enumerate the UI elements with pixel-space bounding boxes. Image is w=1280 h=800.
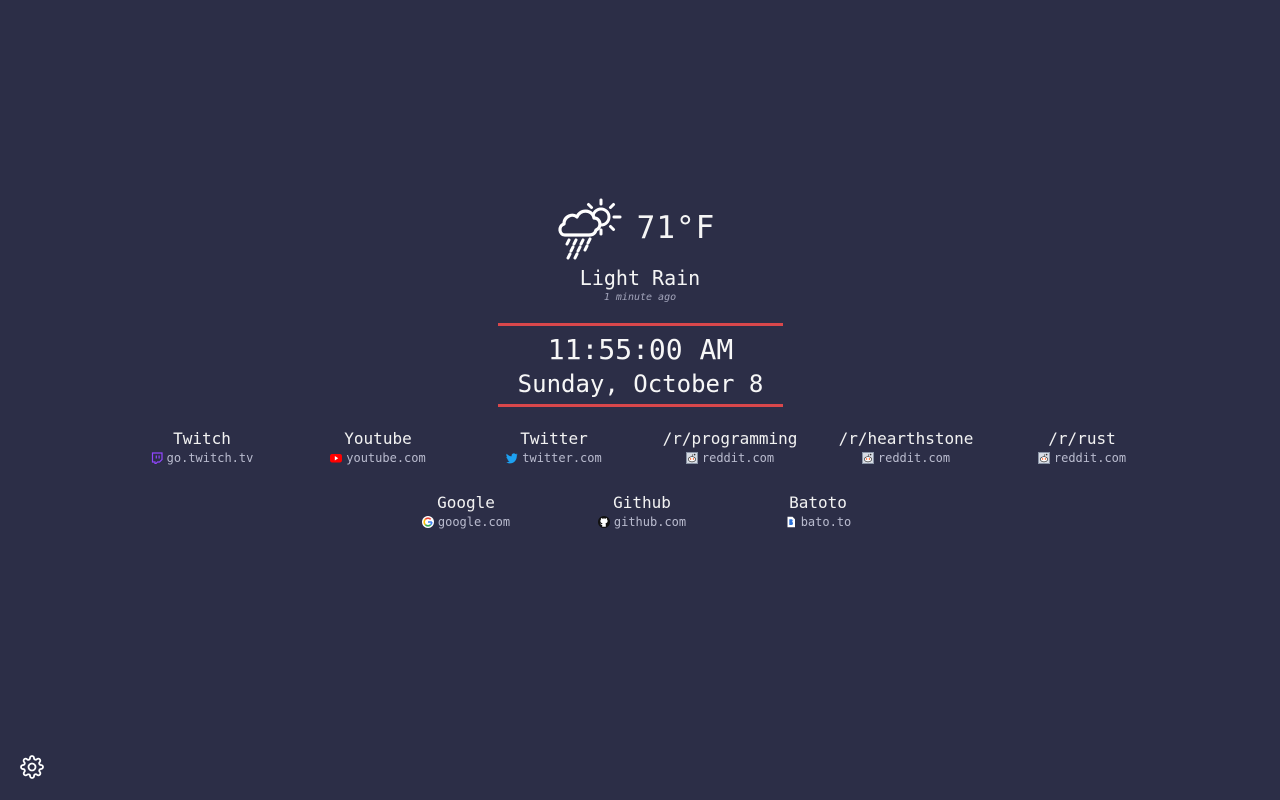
link-name: /r/programming — [662, 429, 798, 448]
link-google[interactable]: Google google.com — [378, 493, 554, 532]
google-icon — [421, 516, 434, 528]
cloud-rain-sun-icon — [558, 198, 622, 260]
github-icon — [597, 516, 610, 528]
link-twitch[interactable]: Twitch go.twitch.tv — [114, 429, 290, 468]
weather-condition: Light Rain — [579, 266, 701, 290]
temperature: 71°F — [636, 210, 716, 246]
link-url: bato.to — [800, 515, 852, 529]
weather-updated-time: 1 minute ago — [603, 292, 677, 303]
clock-widget: 11:55:00 AM Sunday, October 8 — [498, 323, 783, 407]
batoto-icon — [787, 516, 795, 528]
link-url-row: youtube.com — [330, 449, 426, 467]
link-url: youtube.com — [346, 451, 426, 465]
link-name: Github — [613, 493, 671, 512]
link-name: Google — [437, 493, 495, 512]
youtube-icon — [330, 454, 343, 463]
link-url: github.com — [613, 515, 687, 529]
link-url-row: google.com — [421, 513, 511, 531]
reddit-icon — [685, 452, 698, 464]
link-url-row: go.twitch.tv — [151, 449, 254, 467]
link-name: Youtube — [344, 429, 412, 448]
twitter-icon — [506, 453, 518, 464]
reddit-icon — [1037, 452, 1050, 464]
link-url-row: reddit.com — [1037, 449, 1127, 467]
link-name: Twitter — [520, 429, 588, 448]
link-name: Twitch — [173, 429, 231, 448]
link-r-rust[interactable]: /r/rust reddit.com — [994, 429, 1170, 468]
clock-date: Sunday, October 8 — [517, 370, 764, 398]
weather-summary: 71°F — [0, 196, 1280, 260]
link-url-row: twitter.com — [506, 449, 602, 467]
link-url-row: github.com — [597, 513, 687, 531]
link-batoto[interactable]: Batoto bato.to — [730, 493, 906, 532]
link-twitter[interactable]: Twitter twitter.com — [466, 429, 642, 468]
link-url: twitter.com — [522, 451, 602, 465]
link-url-row: reddit.com — [861, 449, 951, 467]
link-url-row: bato.to — [785, 513, 852, 531]
link-name: Batoto — [789, 493, 847, 512]
link-r-hearthstone[interactable]: /r/hearthstone reddit.com — [818, 429, 994, 468]
link-github[interactable]: Github github.com — [554, 493, 730, 532]
gear-icon[interactable] — [20, 755, 44, 779]
new-tab-page: 71°F Light Rain 1 minute ago 11:55:00 AM… — [0, 0, 1280, 800]
twitch-icon — [151, 452, 163, 464]
link-url: go.twitch.tv — [166, 451, 254, 465]
link-r-programming[interactable]: /r/programming reddit.com — [642, 429, 818, 468]
link-url: reddit.com — [877, 451, 951, 465]
reddit-icon — [861, 452, 874, 464]
link-url: google.com — [437, 515, 511, 529]
link-youtube[interactable]: Youtube youtube.com — [290, 429, 466, 468]
link-url-row: reddit.com — [685, 449, 775, 467]
clock-time: 11:55:00 AM — [547, 333, 734, 366]
link-name: /r/rust — [1048, 429, 1116, 448]
link-url: reddit.com — [1053, 451, 1127, 465]
link-name: /r/hearthstone — [838, 429, 974, 448]
link-url: reddit.com — [701, 451, 775, 465]
weather-widget: 71°F Light Rain 1 minute ago — [0, 196, 1280, 303]
